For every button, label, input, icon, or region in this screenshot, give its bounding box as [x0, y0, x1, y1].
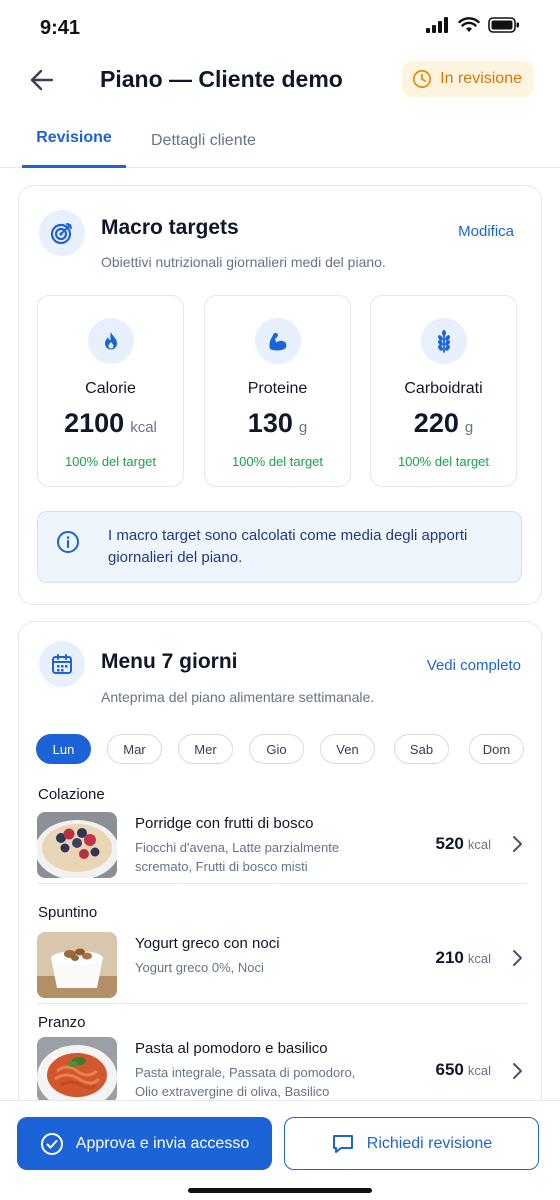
battery-icon: [488, 17, 519, 33]
request-revision-button[interactable]: Richiedi revisione: [284, 1117, 539, 1170]
macro-unit: g: [464, 419, 474, 436]
macro-targets-subtitle: Obiettivi nutrizionali giornalieri medi …: [101, 254, 386, 270]
meal-kcal: 210 kcal: [436, 948, 492, 968]
day-pill-sab[interactable]: Sab: [394, 734, 449, 764]
macro-proteine: Proteine 130 g 100% del target: [204, 295, 351, 487]
target-icon: [39, 210, 85, 256]
meal-name: Pasta al pomodoro e basilico: [135, 1040, 328, 1057]
day-pill-lun[interactable]: Lun: [36, 734, 91, 764]
macro-targets-card: Macro targets Modifica Obiettivi nutrizi…: [18, 185, 542, 605]
macro-value-row: 2100 kcal: [38, 408, 183, 439]
day-pill-ven[interactable]: Ven: [320, 734, 375, 764]
meal-row-pranzo[interactable]: Pasta al pomodoro e basilico Pasta integ…: [37, 1037, 527, 1109]
yogurt-image: [37, 932, 117, 998]
meal-kcal-value: 650: [435, 1060, 464, 1079]
home-indicator: [188, 1188, 372, 1193]
tab-revisione[interactable]: Revisione: [22, 112, 126, 168]
macro-value: 2100: [64, 408, 125, 438]
meal-name: Porridge con frutti di bosco: [135, 815, 314, 832]
meal-name: Yogurt greco con noci: [135, 935, 280, 952]
status-badge: In revisione: [402, 61, 534, 97]
macro-calorie: Calorie 2100 kcal 100% del target: [37, 295, 184, 487]
wheat-icon: [420, 318, 467, 364]
meal-description: Yogurt greco 0%, Noci: [135, 960, 264, 975]
macro-name: Proteine: [247, 380, 308, 397]
meal-kcal: 520 kcal: [436, 834, 492, 854]
status-time: 9:41: [40, 17, 81, 39]
meal-kcal-value: 520: [435, 834, 464, 853]
check-circle-icon: [40, 1132, 63, 1155]
info-icon: [57, 531, 79, 553]
macro-value: 130: [247, 408, 293, 438]
macro-target: 100% del target: [231, 454, 324, 469]
approve-button-label: Approva e invia accesso: [75, 1134, 250, 1152]
meal-section-colazione: Colazione: [38, 786, 105, 803]
meal-kcal-value: 210: [435, 948, 464, 967]
chevron-right-icon: [513, 950, 522, 966]
calendar-icon: [39, 641, 85, 687]
tab-dettagli-cliente[interactable]: Dettagli cliente: [151, 112, 256, 168]
edit-macro-link[interactable]: Modifica: [458, 223, 514, 240]
macro-carboidrati: Carboidrati 220 g 100% del target: [370, 295, 517, 487]
macro-targets-title: Macro targets: [101, 216, 239, 239]
meal-kcal-unit: kcal: [467, 837, 491, 852]
meal-section-pranzo: Pranzo: [38, 1014, 86, 1031]
status-icons: [426, 17, 520, 33]
macro-value-row: 220 g: [371, 408, 516, 439]
pasta-image: [37, 1037, 117, 1103]
view-full-menu-link[interactable]: Vedi completo: [427, 657, 521, 674]
chat-bubble-icon: [332, 1134, 353, 1153]
porridge-image: [37, 812, 117, 878]
bottom-action-bar: Approva e invia accesso Richiedi revisio…: [0, 1100, 560, 1200]
meal-description: Fiocchi d'avena, Latte parzialmente scre…: [135, 840, 340, 874]
meal-kcal-unit: kcal: [467, 1063, 491, 1078]
approve-button[interactable]: Approva e invia accesso: [17, 1117, 272, 1170]
macro-info-text: I macro target sono calcolati come media…: [108, 527, 468, 566]
chevron-right-icon: [513, 1063, 522, 1079]
macro-target: 100% del target: [397, 454, 490, 469]
request-revision-label: Richiedi revisione: [366, 1134, 493, 1152]
meal-section-spuntino: Spuntino: [38, 904, 98, 921]
macro-target: 100% del target: [64, 454, 157, 469]
header: Piano — Cliente demo In revisione: [0, 56, 560, 106]
status-bar: 9:41: [0, 0, 560, 56]
chevron-right-icon: [513, 836, 522, 852]
day-pill-mar[interactable]: Mar: [107, 734, 162, 764]
flame-icon: [87, 318, 134, 364]
signal-icon: [426, 17, 448, 33]
macro-value: 220: [413, 408, 459, 438]
meal-description: Pasta integrale, Passata di pomodoro, Ol…: [135, 1065, 356, 1099]
macro-name: Calorie: [85, 380, 136, 397]
arrow-left-icon: [30, 69, 54, 91]
clock-icon: [413, 69, 432, 89]
meal-row-colazione[interactable]: Porridge con frutti di bosco Fiocchi d'a…: [37, 812, 527, 884]
macro-name: Carboidrati: [404, 380, 483, 397]
macro-info-box: I macro target sono calcolati come media…: [37, 511, 522, 583]
meal-kcal: 650 kcal: [436, 1060, 492, 1080]
day-pill-gio[interactable]: Gio: [249, 734, 304, 764]
status-badge-label: In revisione: [440, 70, 522, 87]
back-button[interactable]: [24, 62, 60, 98]
menu-title: Menu 7 giorni: [101, 650, 238, 673]
day-pill-mer[interactable]: Mer: [178, 734, 233, 764]
page-title: Piano — Cliente demo: [100, 66, 343, 92]
macro-value-row: 130 g: [205, 408, 350, 439]
muscle-icon: [254, 318, 301, 364]
day-pill-dom[interactable]: Dom: [469, 734, 524, 764]
day-selector: Lun Mar Mer Gio Ven Sab Dom: [36, 734, 526, 764]
tab-bar: Revisione Dettagli cliente: [0, 112, 560, 168]
meal-row-spuntino[interactable]: Yogurt greco con noci Yogurt greco 0%, N…: [37, 932, 527, 1004]
wifi-icon: [458, 17, 480, 32]
menu-subtitle: Anteprima del piano alimentare settimana…: [101, 689, 375, 705]
macro-unit: kcal: [130, 419, 157, 436]
macro-unit: g: [298, 419, 308, 436]
meal-kcal-unit: kcal: [467, 951, 491, 966]
menu-card: Menu 7 giorni Vedi completo Anteprima de…: [18, 621, 542, 1181]
